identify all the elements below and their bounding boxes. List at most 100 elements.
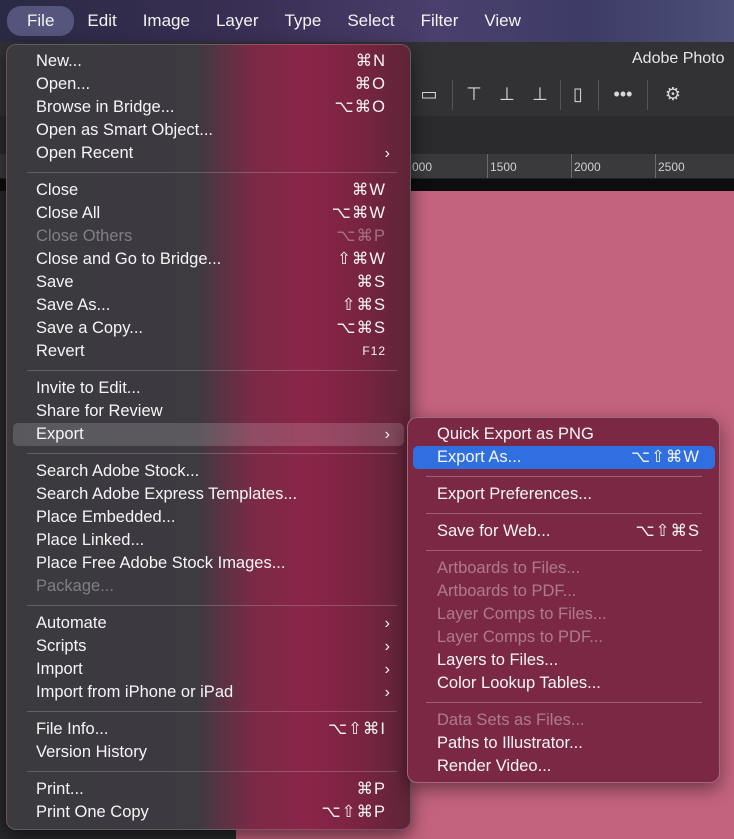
file-menu-item-save[interactable]: Save ⌘S — [13, 271, 404, 294]
export-menu-item-export-preferences[interactable]: Export Preferences... — [413, 483, 715, 506]
menubar-item-select[interactable]: Select — [334, 6, 407, 36]
menu-item-label: Place Embedded... — [36, 508, 176, 526]
gear-icon[interactable]: ⚙ — [662, 84, 684, 104]
file-menu-item-place-embedded[interactable]: Place Embedded... — [13, 506, 404, 529]
file-menu-item-new[interactable]: New... ⌘N — [13, 50, 404, 73]
file-menu-item-print-one-copy[interactable]: Print One Copy ⌥⇧⌘P — [13, 801, 404, 824]
menu-item-label: Layer Comps to Files... — [437, 605, 607, 623]
file-menu-item-close-others: Close Others ⌥⌘P — [13, 225, 404, 248]
export-menu-item-quick-export-as-png[interactable]: Quick Export as PNG — [413, 423, 715, 446]
menu-item-label: Close Others — [36, 227, 133, 245]
menu-item-label: Save As... — [36, 296, 111, 314]
menu-separator — [27, 172, 397, 173]
export-menu-item-layer-comps-to-files: Layer Comps to Files... — [413, 603, 715, 626]
export-menu-item-layers-to-files[interactable]: Layers to Files... — [413, 649, 715, 672]
menu-item-shortcut: ⌥⌘O — [334, 98, 386, 116]
app-title: Adobe Photo — [632, 50, 725, 67]
file-menu-item-print[interactable]: Print... ⌘P — [13, 778, 404, 801]
align-left-icon[interactable]: ▭ — [418, 84, 440, 104]
menu-item-shortcut: ⌥⇧⌘P — [321, 803, 386, 821]
more-icon[interactable]: ••• — [612, 84, 634, 104]
file-menu-item-open-as-smart-object[interactable]: Open as Smart Object... — [13, 119, 404, 142]
menu-item-label: Version History — [36, 743, 147, 761]
file-menu-item-search-adobe-stock[interactable]: Search Adobe Stock... — [13, 460, 404, 483]
file-menu-item-save-a-copy[interactable]: Save a Copy... ⌥⌘S — [13, 317, 404, 340]
menu-item-shortcut: ⌥⇧⌘I — [328, 720, 386, 738]
menu-separator — [27, 370, 397, 371]
file-menu-item-save-as[interactable]: Save As... ⇧⌘S — [13, 294, 404, 317]
menu-item-label: Close All — [36, 204, 101, 222]
export-menu-item-artboards-to-files: Artboards to Files... — [413, 557, 715, 580]
align-vcenter-icon[interactable]: ⊥ — [496, 84, 518, 104]
export-menu-item-save-for-web[interactable]: Save for Web... ⌥⇧⌘S — [413, 520, 715, 543]
file-menu-item-open[interactable]: Open... ⌘O — [13, 73, 404, 96]
menubar-item-file[interactable]: File — [7, 6, 75, 36]
file-menu-item-open-recent[interactable]: Open Recent › — [13, 142, 404, 165]
menu-item-shortcut: ⌥⌘S — [336, 319, 386, 337]
menu-item-label: Save — [36, 273, 74, 291]
menu-item-label: Open Recent — [36, 144, 134, 162]
menu-item-label: Close and Go to Bridge... — [36, 250, 222, 268]
menubar-item-type[interactable]: Type — [271, 6, 334, 36]
align-top-icon[interactable]: ⊤ — [463, 84, 485, 104]
menu-item-shortcut: ⌥⇧⌘W — [631, 448, 700, 466]
menu-separator — [27, 453, 397, 454]
file-menu-item-scripts[interactable]: Scripts › — [13, 635, 404, 658]
export-menu-item-paths-to-illustrator[interactable]: Paths to Illustrator... — [413, 732, 715, 755]
file-menu-item-search-adobe-express-templates[interactable]: Search Adobe Express Templates... — [13, 483, 404, 506]
file-menu-item-share-for-review[interactable]: Share for Review — [13, 400, 404, 423]
file-menu-item-revert[interactable]: Revert F12 — [13, 340, 404, 363]
chevron-right-icon: › — [384, 426, 390, 443]
file-menu-item-import[interactable]: Import › — [13, 658, 404, 681]
menu-item-label: Share for Review — [36, 402, 163, 420]
file-menu-item-version-history[interactable]: Version History — [13, 741, 404, 764]
menu-separator — [27, 605, 397, 606]
menubar-item-layer[interactable]: Layer — [203, 6, 272, 36]
menu-item-label: File Info... — [36, 720, 109, 738]
menu-item-label: Layers to Files... — [437, 651, 559, 669]
file-menu-item-place-linked[interactable]: Place Linked... — [13, 529, 404, 552]
align-bottom-icon[interactable]: ⊥ — [529, 84, 551, 104]
menu-item-label: Paths to Illustrator... — [437, 734, 583, 752]
menu-item-label: Open... — [36, 75, 91, 93]
ruler-tick — [487, 154, 488, 178]
menu-separator — [27, 771, 397, 772]
ruler-label: 000 — [412, 160, 433, 174]
export-submenu: Quick Export as PNG Export As... ⌥⇧⌘W Expor… — [407, 417, 720, 783]
distribute-icon[interactable]: ▯ — [567, 84, 589, 104]
file-menu-item-close-all[interactable]: Close All ⌥⌘W — [13, 202, 404, 225]
export-menu-item-color-lookup-tables[interactable]: Color Lookup Tables... — [413, 672, 715, 695]
menu-separator — [426, 476, 702, 477]
menu-item-label: Save for Web... — [437, 522, 551, 540]
file-menu-item-invite-to-edit[interactable]: Invite to Edit... — [13, 377, 404, 400]
file-menu-item-import-from-iphone-or-ipad[interactable]: Import from iPhone or iPad › — [13, 681, 404, 704]
file-menu-item-automate[interactable]: Automate › — [13, 612, 404, 635]
ruler-label: 2500 — [658, 160, 685, 174]
file-menu-item-close[interactable]: Close ⌘W — [13, 179, 404, 202]
menu-item-shortcut: F12 — [362, 344, 386, 358]
file-menu-item-file-info[interactable]: File Info... ⌥⇧⌘I — [13, 718, 404, 741]
menu-item-label: Print... — [36, 780, 84, 798]
menu-item-label: Place Free Adobe Stock Images... — [36, 554, 286, 572]
file-menu-item-place-free-adobe-stock-images[interactable]: Place Free Adobe Stock Images... — [13, 552, 404, 575]
menu-item-label: Print One Copy — [36, 803, 149, 821]
menubar-item-filter[interactable]: Filter — [408, 6, 472, 36]
menu-item-label: Place Linked... — [36, 531, 145, 549]
file-menu-item-close-and-go-to-bridge[interactable]: Close and Go to Bridge... ⇧⌘W — [13, 248, 404, 271]
menu-item-shortcut: ⇧⌘W — [337, 250, 386, 268]
menu-item-label: Artboards to PDF... — [437, 582, 577, 600]
menu-item-shortcut: ⌘N — [355, 52, 386, 70]
export-menu-item-render-video[interactable]: Render Video... — [413, 755, 715, 778]
file-menu-item-browse-in-bridge[interactable]: Browse in Bridge... ⌥⌘O — [13, 96, 404, 119]
menu-item-shortcut: ⌘S — [356, 273, 386, 291]
file-menu-item-export[interactable]: Export › — [13, 423, 404, 446]
menu-item-shortcut: ⌘O — [354, 75, 386, 93]
menu-item-label: Import from iPhone or iPad — [36, 683, 234, 701]
export-menu-item-export-as[interactable]: Export As... ⌥⇧⌘W — [413, 446, 715, 469]
menubar-item-view[interactable]: View — [471, 6, 534, 36]
menubar-item-edit[interactable]: Edit — [74, 6, 129, 36]
menubar-item-image[interactable]: Image — [130, 6, 203, 36]
menu-item-label: Save a Copy... — [36, 319, 144, 337]
menu-item-shortcut: ⌘W — [351, 181, 386, 199]
menu-item-label: Render Video... — [437, 757, 552, 775]
